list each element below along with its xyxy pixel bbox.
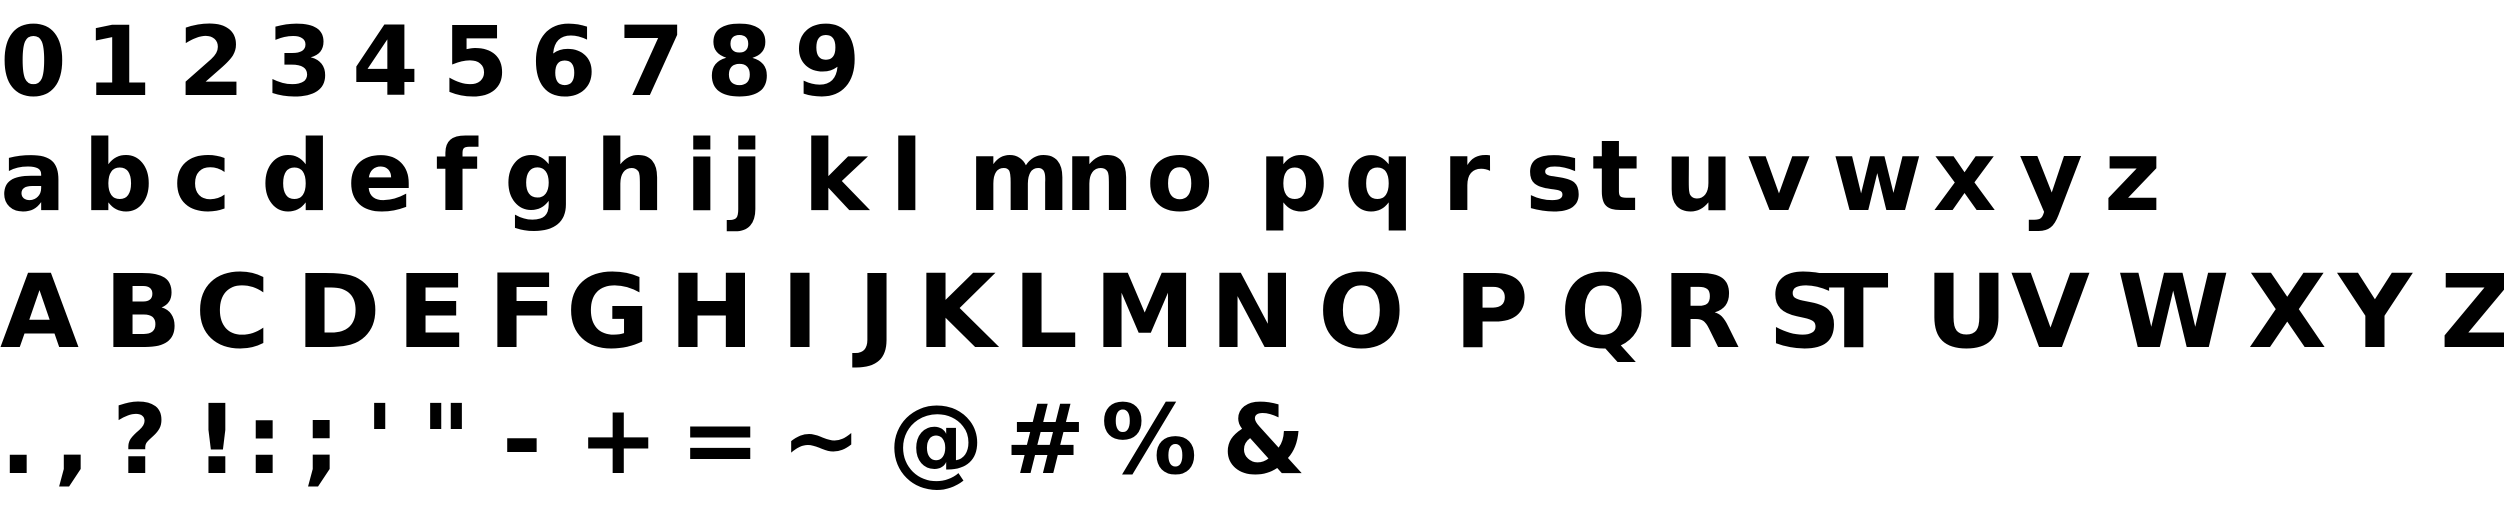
glyph-uppercase-20: U bbox=[1925, 253, 2008, 372]
glyph-punctuation-14: % bbox=[1101, 384, 1198, 496]
glyph-punctuation-8: - bbox=[502, 384, 542, 496]
glyph-lowercase-21: v bbox=[1747, 120, 1811, 234]
glyph-digits-1: 1 bbox=[85, 6, 152, 118]
glyph-lowercase-8: i bbox=[685, 120, 719, 234]
glyph-lowercase-25: z bbox=[2104, 120, 2162, 234]
glyph-lowercase-7: h bbox=[595, 120, 665, 234]
glyph-digits-3: 3 bbox=[266, 6, 333, 118]
glyph-uppercase-14: O bbox=[1318, 253, 1405, 372]
glyph-lowercase-9: j bbox=[730, 120, 764, 234]
glyph-lowercase-3: d bbox=[261, 120, 332, 234]
glyph-uppercase-23: X bbox=[2248, 253, 2327, 372]
glyph-lowercase-14: o bbox=[1146, 120, 1214, 234]
glyph-uppercase-3: D bbox=[296, 253, 381, 372]
glyph-uppercase-7: H bbox=[669, 253, 755, 372]
glyph-lowercase-1: b bbox=[83, 120, 154, 234]
glyph-uppercase-19: T bbox=[1819, 253, 1889, 372]
glyph-uppercase-5: F bbox=[488, 253, 558, 372]
glyph-uppercase-11: L bbox=[1013, 253, 1078, 372]
glyph-uppercase-13: N bbox=[1210, 253, 1296, 372]
glyph-punctuation-12: @ bbox=[888, 384, 984, 496]
glyph-punctuation-7: " bbox=[421, 384, 472, 496]
glyph-uppercase-10: K bbox=[917, 253, 997, 372]
glyph-punctuation-11: ~ bbox=[781, 384, 862, 496]
glyph-lowercase-6: g bbox=[504, 120, 575, 234]
glyph-lowercase-13: n bbox=[1064, 120, 1134, 234]
glyph-uppercase-6: G bbox=[566, 253, 650, 372]
glyph-digits-0: 0 bbox=[0, 6, 67, 118]
glyph-digits-8: 8 bbox=[706, 6, 773, 118]
glyph-lowercase-20: u bbox=[1664, 120, 1734, 234]
glyph-lowercase-17: r bbox=[1442, 120, 1491, 234]
glyph-lowercase-2: c bbox=[173, 120, 232, 234]
glyph-punctuation-10: = bbox=[680, 384, 761, 496]
glyph-punctuation-15: & bbox=[1222, 384, 1306, 496]
glyph-punctuation-5: ; bbox=[302, 384, 341, 496]
glyph-uppercase-2: C bbox=[195, 253, 270, 372]
glyph-uppercase-24: Y bbox=[2338, 253, 2412, 372]
glyph-lowercase-4: e bbox=[347, 120, 414, 234]
glyph-punctuation-1: , bbox=[54, 384, 91, 496]
glyph-punctuation-3: ! bbox=[195, 384, 239, 496]
glyph-digits-4: 4 bbox=[352, 6, 419, 118]
glyph-digits-9: 9 bbox=[794, 6, 861, 118]
glyph-lowercase-24: y bbox=[2019, 120, 2083, 234]
glyph-punctuation-4: : bbox=[245, 384, 284, 496]
glyph-punctuation-0: . bbox=[0, 384, 37, 496]
glyph-lowercase-15: p bbox=[1258, 120, 1329, 234]
glyph-uppercase-12: M bbox=[1094, 253, 1196, 372]
glyph-digits-7: 7 bbox=[618, 6, 685, 118]
glyph-uppercase-1: B bbox=[104, 253, 182, 372]
glyph-uppercase-25: Z bbox=[2440, 253, 2504, 372]
glyph-lowercase-12: m bbox=[968, 120, 1071, 234]
glyph-punctuation-13: # bbox=[1005, 384, 1086, 496]
glyph-digits-2: 2 bbox=[178, 6, 245, 118]
glyph-lowercase-0: a bbox=[0, 120, 67, 234]
uppercase-row: ABCDEFGHIJKLMNOPQRSTUVWXYZ bbox=[0, 262, 2504, 382]
glyph-uppercase-0: A bbox=[0, 253, 79, 372]
glyph-lowercase-16: q bbox=[1344, 120, 1415, 234]
glyph-punctuation-2: ? bbox=[112, 384, 168, 496]
glyph-uppercase-8: I bbox=[781, 253, 819, 372]
glyph-digits-6: 6 bbox=[530, 6, 597, 118]
glyph-lowercase-23: x bbox=[1933, 120, 1997, 234]
glyph-punctuation-6: ' bbox=[365, 384, 395, 496]
glyph-lowercase-5: f bbox=[435, 120, 478, 234]
glyph-specimen: 0123456789 abcdefghijklmnopqrstuvwxyz AB… bbox=[0, 0, 2504, 505]
glyph-uppercase-22: W bbox=[2117, 253, 2230, 372]
lowercase-row: abcdefghijklmnopqrstuvwxyz bbox=[0, 128, 2504, 248]
glyph-lowercase-19: t bbox=[1592, 120, 1639, 234]
glyph-uppercase-9: J bbox=[858, 253, 896, 372]
glyph-uppercase-21: V bbox=[2011, 253, 2090, 372]
punctuation-row: .,?!:; ' " - + = ~ @ #% & bbox=[0, 392, 2504, 512]
glyph-lowercase-10: k bbox=[803, 120, 869, 234]
glyph-uppercase-15: P bbox=[1454, 253, 1529, 372]
glyph-lowercase-11: l bbox=[890, 120, 924, 234]
glyph-lowercase-22: w bbox=[1832, 120, 1923, 234]
glyph-digits-5: 5 bbox=[442, 6, 509, 118]
digits-row: 0123456789 bbox=[0, 14, 2504, 134]
glyph-punctuation-9: + bbox=[578, 384, 659, 496]
glyph-uppercase-17: R bbox=[1662, 253, 1741, 372]
glyph-lowercase-18: s bbox=[1525, 120, 1584, 234]
glyph-uppercase-4: E bbox=[397, 253, 467, 372]
glyph-uppercase-16: Q bbox=[1560, 253, 1647, 372]
